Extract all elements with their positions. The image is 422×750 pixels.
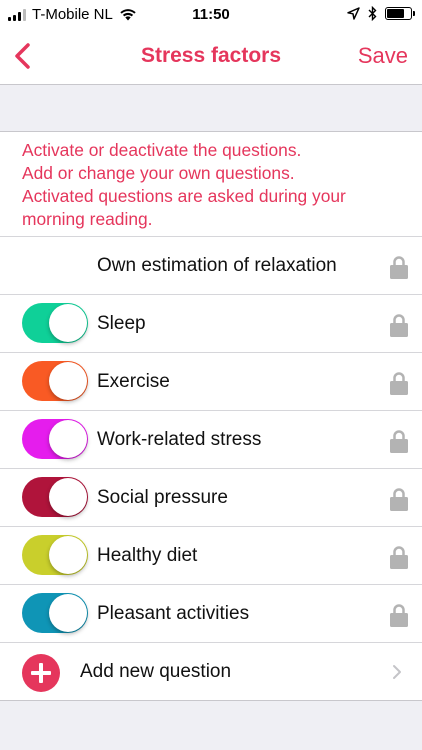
lock-icon <box>390 372 408 395</box>
instructions-line: Activated questions are asked during you… <box>22 186 346 206</box>
question-label: Sleep <box>97 313 146 334</box>
question-row-exercise: Exercise <box>0 352 422 410</box>
question-row-work-stress: Work-related stress <box>0 410 422 468</box>
question-row-pleasant-activities: Pleasant activities <box>0 584 422 642</box>
question-label: Exercise <box>97 371 170 392</box>
chevron-right-icon <box>393 665 401 679</box>
question-label: Pleasant activities <box>97 603 250 624</box>
bluetooth-icon <box>368 6 377 21</box>
question-list: Own estimation of relaxation Sleep Exerc… <box>0 236 422 701</box>
question-row-sleep: Sleep <box>0 294 422 352</box>
lock-icon <box>390 604 408 627</box>
question-label: Own estimation of relaxation <box>97 255 337 276</box>
instructions-line: Activate or deactivate the questions. <box>22 140 302 160</box>
toggle-social-pressure[interactable] <box>22 477 88 517</box>
save-button[interactable]: Save <box>358 43 408 69</box>
instructions-text: Activate or deactivate the questions. Ad… <box>0 131 422 237</box>
question-label: Social pressure <box>97 487 228 508</box>
question-row-relaxation: Own estimation of relaxation <box>0 236 422 294</box>
question-label: Healthy diet <box>97 545 198 566</box>
status-right <box>347 6 415 21</box>
lock-icon <box>390 256 408 279</box>
question-label: Work-related stress <box>97 429 262 450</box>
status-bar: T-Mobile NL 11:50 <box>0 0 422 30</box>
add-question-row[interactable]: Add new question <box>0 642 422 700</box>
plus-circle-icon[interactable] <box>22 654 60 692</box>
toggle-sleep[interactable] <box>22 303 88 343</box>
lock-icon <box>390 314 408 337</box>
toggle-pleasant-activities[interactable] <box>22 593 88 633</box>
question-row-healthy-diet: Healthy diet <box>0 526 422 584</box>
question-row-social-pressure: Social pressure <box>0 468 422 526</box>
instructions-line: morning reading. <box>22 209 153 229</box>
toggle-exercise[interactable] <box>22 361 88 401</box>
lock-icon <box>390 488 408 511</box>
location-arrow-icon <box>347 7 360 20</box>
instructions-line: Add or change your own questions. <box>22 163 295 183</box>
lock-icon <box>390 430 408 453</box>
battery-icon <box>385 7 415 20</box>
toggle-healthy-diet[interactable] <box>22 535 88 575</box>
add-question-label: Add new question <box>80 661 232 682</box>
toggle-work-stress[interactable] <box>22 419 88 459</box>
navigation-bar: Stress factors Save <box>0 30 422 85</box>
lock-icon <box>390 546 408 569</box>
